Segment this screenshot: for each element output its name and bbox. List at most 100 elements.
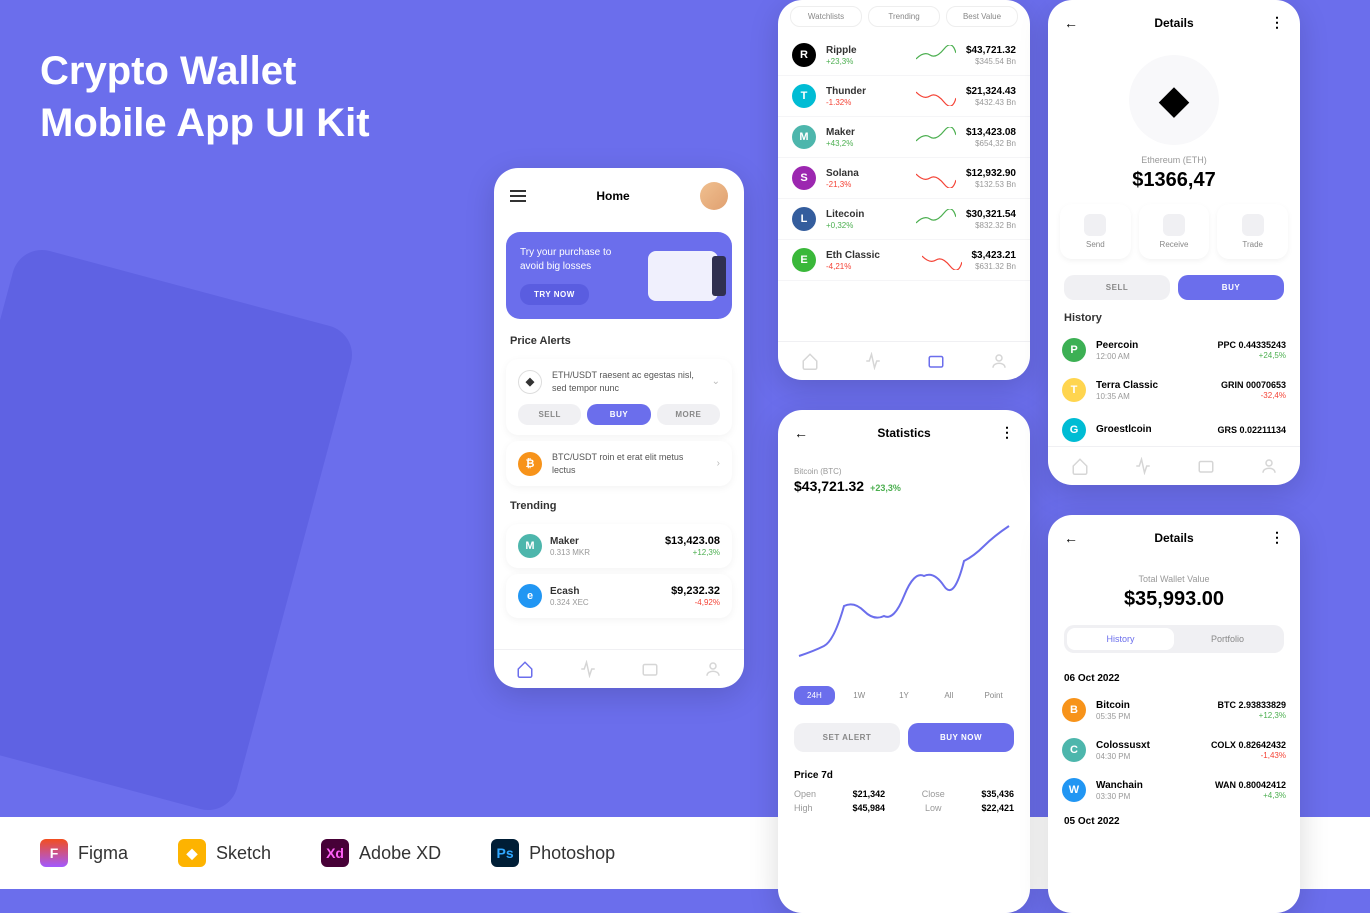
market-row[interactable]: MMaker+43,2%$13,423.08$654,32 Bn bbox=[778, 117, 1030, 158]
trending-ecash[interactable]: e Ecash0.324 XEC $9,232.32-4,92% bbox=[506, 574, 732, 618]
coin-icon: G bbox=[1062, 418, 1086, 442]
activity-nav-icon[interactable] bbox=[864, 352, 882, 370]
tool-sketch: ◆Sketch bbox=[178, 839, 271, 867]
coin-icon: P bbox=[1062, 338, 1086, 362]
coin-icon: R bbox=[792, 43, 816, 67]
market-row[interactable]: TThunder-1.32%$21,324.43$432.43 Bn bbox=[778, 76, 1030, 117]
back-icon[interactable]: ← bbox=[1064, 530, 1078, 546]
home-screen: Home Try your purchase to avoid big loss… bbox=[494, 168, 744, 688]
coin-icon: L bbox=[792, 207, 816, 231]
sparkline-icon bbox=[916, 86, 956, 106]
buy-now-button[interactable]: BUY NOW bbox=[908, 723, 1014, 752]
sparkline-icon bbox=[916, 209, 956, 229]
tab-history[interactable]: History bbox=[1067, 628, 1174, 650]
chevron-down-icon: ⌄ bbox=[712, 376, 720, 387]
wallet-nav-icon[interactable] bbox=[641, 660, 659, 678]
more-button[interactable]: MORE bbox=[657, 404, 720, 425]
send-button[interactable]: Send bbox=[1060, 204, 1131, 259]
sparkline-icon bbox=[916, 168, 956, 188]
price-alerts-title: Price Alerts bbox=[494, 327, 744, 353]
sparkline-icon bbox=[916, 127, 956, 147]
coin-icon: C bbox=[1062, 738, 1086, 762]
tab-portfolio[interactable]: Portfolio bbox=[1174, 628, 1281, 650]
tab-watchlists[interactable]: Watchlists bbox=[790, 6, 862, 27]
page-title: Crypto Wallet Mobile App UI Kit bbox=[40, 45, 370, 149]
alert-eth[interactable]: ◆ ETH/USDT raesent ac egestas nisl, sed … bbox=[506, 359, 732, 435]
alert-btc[interactable]: ₿ BTC/USDT roin et erat elit metus lectu… bbox=[506, 441, 732, 486]
bottom-nav bbox=[494, 649, 744, 688]
activity-nav-icon[interactable] bbox=[579, 660, 597, 678]
coin-icon: M bbox=[792, 125, 816, 149]
wallet-row[interactable]: CColossusxt04:30 PMCOLX 0.82642432-1,43% bbox=[1048, 730, 1300, 770]
wallet-nav-icon[interactable] bbox=[927, 352, 945, 370]
sell-button[interactable]: SELL bbox=[1064, 275, 1170, 300]
back-icon[interactable]: ← bbox=[1064, 15, 1078, 31]
tab-bestvalue[interactable]: Best Value bbox=[946, 6, 1018, 27]
set-alert-button[interactable]: SET ALERT bbox=[794, 723, 900, 752]
coin-icon: T bbox=[792, 84, 816, 108]
ps-icon: Ps bbox=[491, 839, 519, 867]
ecash-icon: e bbox=[518, 584, 542, 608]
market-row[interactable]: EEth Classic-4,21%$3,423.21$631.32 Bn bbox=[778, 240, 1030, 281]
banner-illustration bbox=[648, 251, 718, 301]
figma-icon: F bbox=[40, 839, 68, 867]
market-row[interactable]: LLitecoin+0,32%$30,321.54$832.32 Bn bbox=[778, 199, 1030, 240]
sketch-icon: ◆ bbox=[178, 839, 206, 867]
tab-1y[interactable]: 1Y bbox=[884, 686, 925, 705]
trending-maker[interactable]: M Maker0.313 MKR $13,423.08+12,3% bbox=[506, 524, 732, 568]
wallet-row[interactable]: WWanchain03:30 PMWAN 0.80042412+4,3% bbox=[1048, 770, 1300, 810]
buy-button[interactable]: BUY bbox=[587, 404, 650, 425]
trending-title: Trending bbox=[494, 492, 744, 518]
market-row[interactable]: SSolana-21,3%$12,932.90$132.53 Bn bbox=[778, 158, 1030, 199]
home-title: Home bbox=[526, 189, 700, 203]
maker-icon: M bbox=[518, 534, 542, 558]
back-icon[interactable]: ← bbox=[794, 425, 808, 441]
home-nav-icon[interactable] bbox=[516, 660, 534, 678]
market-row[interactable]: RRipple+23,3%$43,721.32$345.54 Bn bbox=[778, 35, 1030, 76]
up-arrow-icon bbox=[1084, 214, 1106, 236]
tab-trending[interactable]: Trending bbox=[868, 6, 940, 27]
more-icon[interactable]: ⋮ bbox=[1000, 424, 1014, 441]
tool-xd: XdAdobe XD bbox=[321, 839, 441, 867]
tool-ps: PsPhotoshop bbox=[491, 839, 615, 867]
wallet-screen: ← Details ⋮ Total Wallet Value $35,993.0… bbox=[1048, 515, 1300, 913]
profile-nav-icon[interactable] bbox=[990, 352, 1008, 370]
market-screen: Watchlists Trending Best Value RRipple+2… bbox=[778, 0, 1030, 380]
btc-icon: ₿ bbox=[518, 452, 542, 476]
activity-nav-icon[interactable] bbox=[1134, 457, 1152, 475]
tab-all[interactable]: All bbox=[928, 686, 969, 705]
coin-icon: B bbox=[1062, 698, 1086, 722]
statistics-screen: ← Statistics ⋮ Bitcoin (BTC) $43,721.32+… bbox=[778, 410, 1030, 913]
more-icon[interactable]: ⋮ bbox=[1270, 529, 1284, 546]
wallet-row[interactable]: BBitcoin05:35 PMBTC 2.93833829+12,3% bbox=[1048, 690, 1300, 730]
try-now-button[interactable]: TRY NOW bbox=[520, 284, 589, 305]
coin-icon: W bbox=[1062, 778, 1086, 802]
details-screen: ← Details ⋮ ◆ Ethereum (ETH) $1366,47 Se… bbox=[1048, 0, 1300, 485]
home-nav-icon[interactable] bbox=[1071, 457, 1089, 475]
history-row[interactable]: TTerra Classic10:35 AMGRIN 00070653-32,4… bbox=[1048, 370, 1300, 410]
more-icon[interactable]: ⋮ bbox=[1270, 14, 1284, 31]
sparkline-icon bbox=[916, 45, 956, 65]
chevron-right-icon: › bbox=[717, 458, 720, 469]
bottom-nav bbox=[778, 341, 1030, 380]
tool-figma: FFigma bbox=[40, 839, 128, 867]
home-nav-icon[interactable] bbox=[801, 352, 819, 370]
receive-button[interactable]: Receive bbox=[1139, 204, 1210, 259]
coin-icon: E bbox=[792, 248, 816, 272]
history-row[interactable]: GGroestlcoinGRS 0.02211134 bbox=[1048, 410, 1300, 450]
profile-nav-icon[interactable] bbox=[1260, 457, 1278, 475]
avatar[interactable] bbox=[700, 182, 728, 210]
tab-1w[interactable]: 1W bbox=[839, 686, 880, 705]
wallet-nav-icon[interactable] bbox=[1197, 457, 1215, 475]
sell-button[interactable]: SELL bbox=[518, 404, 581, 425]
coin-icon: T bbox=[1062, 378, 1086, 402]
price-chart[interactable] bbox=[778, 506, 1030, 686]
menu-icon[interactable] bbox=[510, 190, 526, 202]
tab-24h[interactable]: 24H bbox=[794, 686, 835, 705]
history-row[interactable]: PPeercoin12:00 AMPPC 0.44335243+24,5% bbox=[1048, 330, 1300, 370]
promo-banner[interactable]: Try your purchase to avoid big losses TR… bbox=[506, 232, 732, 319]
profile-nav-icon[interactable] bbox=[704, 660, 722, 678]
buy-button[interactable]: BUY bbox=[1178, 275, 1284, 300]
trade-button[interactable]: Trade bbox=[1217, 204, 1288, 259]
tab-point[interactable]: Point bbox=[973, 686, 1014, 705]
